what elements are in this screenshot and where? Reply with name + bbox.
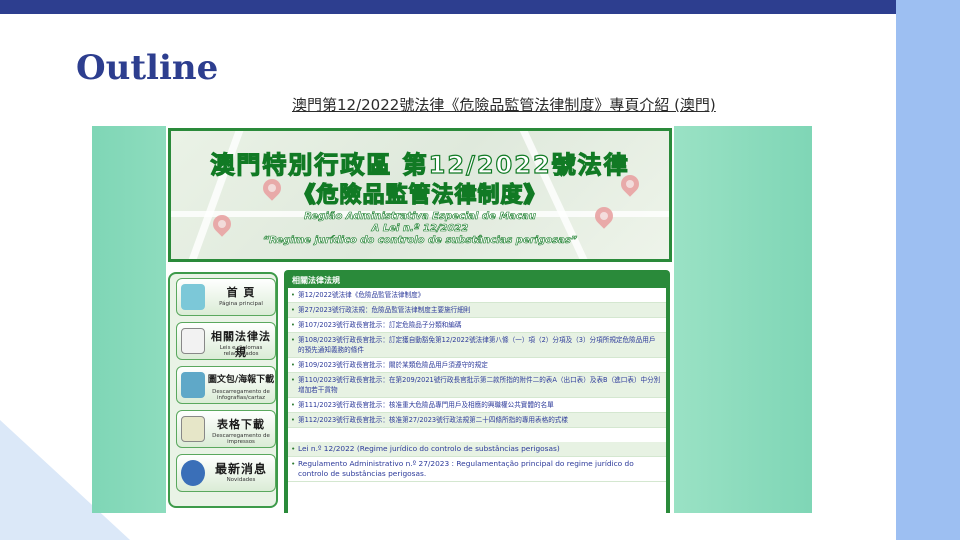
- law-link[interactable]: 第107/2023號行政長官批示：訂定危險品子分類和編碼: [288, 318, 666, 333]
- law-link[interactable]: 第109/2023號行政長官批示：關於某類危險品用戶須遵守的規定: [288, 358, 666, 373]
- document-list-icon: [181, 328, 205, 354]
- law-link[interactable]: 第111/2023號行政長官批示：核准重大危險品專門用戶及相應的興職權公共實體的…: [288, 398, 666, 413]
- right-side-panel: [896, 0, 960, 540]
- nav-label: 圖文包/海報下載: [207, 375, 275, 385]
- law-link[interactable]: 第110/2023號行政長官批示：在第209/2021號行政長官批示第二款所指的…: [288, 373, 666, 398]
- slide-title: Outline: [76, 48, 219, 88]
- poster-download-icon: [181, 372, 205, 398]
- nav-item-news[interactable]: 最新消息 Novidades: [176, 454, 276, 492]
- nav-label: 表格下載: [217, 418, 265, 431]
- laws-list: 第12/2022號法律《危險品監管法律制度》 第27/2023號行政法規：危險品…: [288, 288, 666, 513]
- nav-item-laws[interactable]: 相關法律法規 Leis e diplomas relacionados: [176, 322, 276, 360]
- banner-title-zh: 澳門特別行政區 第12/2022號法律: [210, 150, 630, 179]
- banner-law-pt: A Lei n.º 12/2022: [371, 223, 469, 235]
- nav-item-home[interactable]: 首 頁 Página principal: [176, 278, 276, 316]
- webpage-link[interactable]: 澳門第12/2022號法律《危險品監管法律制度》專頁介紹 (澳門): [292, 94, 716, 115]
- banner-subtitle-zh: 《危險品監管法律制度》: [293, 182, 547, 208]
- laws-panel-heading: 相關法律法規: [292, 276, 340, 285]
- laws-panel: 相關法律法規 第12/2022號法律《危險品監管法律制度》 第27/2023號行…: [284, 270, 670, 513]
- nav-sub: Descarregamento de infografias/cartaz: [212, 389, 270, 401]
- nav-label: 最新消息: [214, 462, 267, 476]
- banner-title-pt: Região Administrativa Especial de Macau: [304, 211, 536, 223]
- law-link-pt[interactable]: Lei n.º 12/2022 (Regime jurídico do cont…: [288, 442, 666, 457]
- nav-sub: Página principal: [219, 301, 263, 307]
- nav-label: 首 頁: [226, 286, 256, 299]
- home-monitor-icon: [181, 284, 205, 310]
- nav-item-posters[interactable]: 圖文包/海報下載 Descarregamento de infografias/…: [176, 366, 276, 404]
- banner-regime-pt: “Regime jurídico do controlo de substânc…: [262, 235, 578, 247]
- law-link-pt[interactable]: Regulamento Administrativo n.º 27/2023 :…: [288, 457, 666, 482]
- nav-sub: Novidades: [226, 477, 256, 483]
- law-link[interactable]: 第12/2022號法律《危險品監管法律制度》: [288, 288, 666, 303]
- law-link[interactable]: 第108/2023號行政長官批示：訂定獲自動豁免第12/2022號法律第八條（一…: [288, 333, 666, 358]
- nav-sub: Descarregamento de impressos: [212, 433, 270, 445]
- site-banner: 澳門特別行政區 第12/2022號法律 《危險品監管法律制度》 Região A…: [168, 128, 672, 262]
- nav-item-forms[interactable]: 表格下載 Descarregamento de impressos: [176, 410, 276, 448]
- law-link[interactable]: 第112/2023號行政長官批示：核准第27/2023號行政法規第二十四條所指的…: [288, 413, 666, 428]
- website-page: 澳門特別行政區 第12/2022號法律 《危險品監管法律制度》 Região A…: [166, 126, 674, 513]
- slide: Outline 澳門第12/2022號法律《危險品監管法律制度》專頁介紹 (澳門…: [0, 0, 960, 540]
- nav-sub: Leis e diplomas relacionados: [219, 345, 263, 357]
- site-nav: 首 頁 Página principal 相關法律法規 Leis e diplo…: [166, 266, 282, 513]
- top-accent-bar: [0, 0, 896, 14]
- form-download-icon: [181, 416, 205, 442]
- website-screenshot: 澳門特別行政區 第12/2022號法律 《危險品監管法律制度》 Região A…: [92, 126, 812, 513]
- law-link[interactable]: 第27/2023號行政法規：危險品監管法律制度主要施行細則: [288, 303, 666, 318]
- megaphone-icon: [181, 460, 205, 486]
- nav-frame: 首 頁 Página principal 相關法律法規 Leis e diplo…: [168, 272, 278, 508]
